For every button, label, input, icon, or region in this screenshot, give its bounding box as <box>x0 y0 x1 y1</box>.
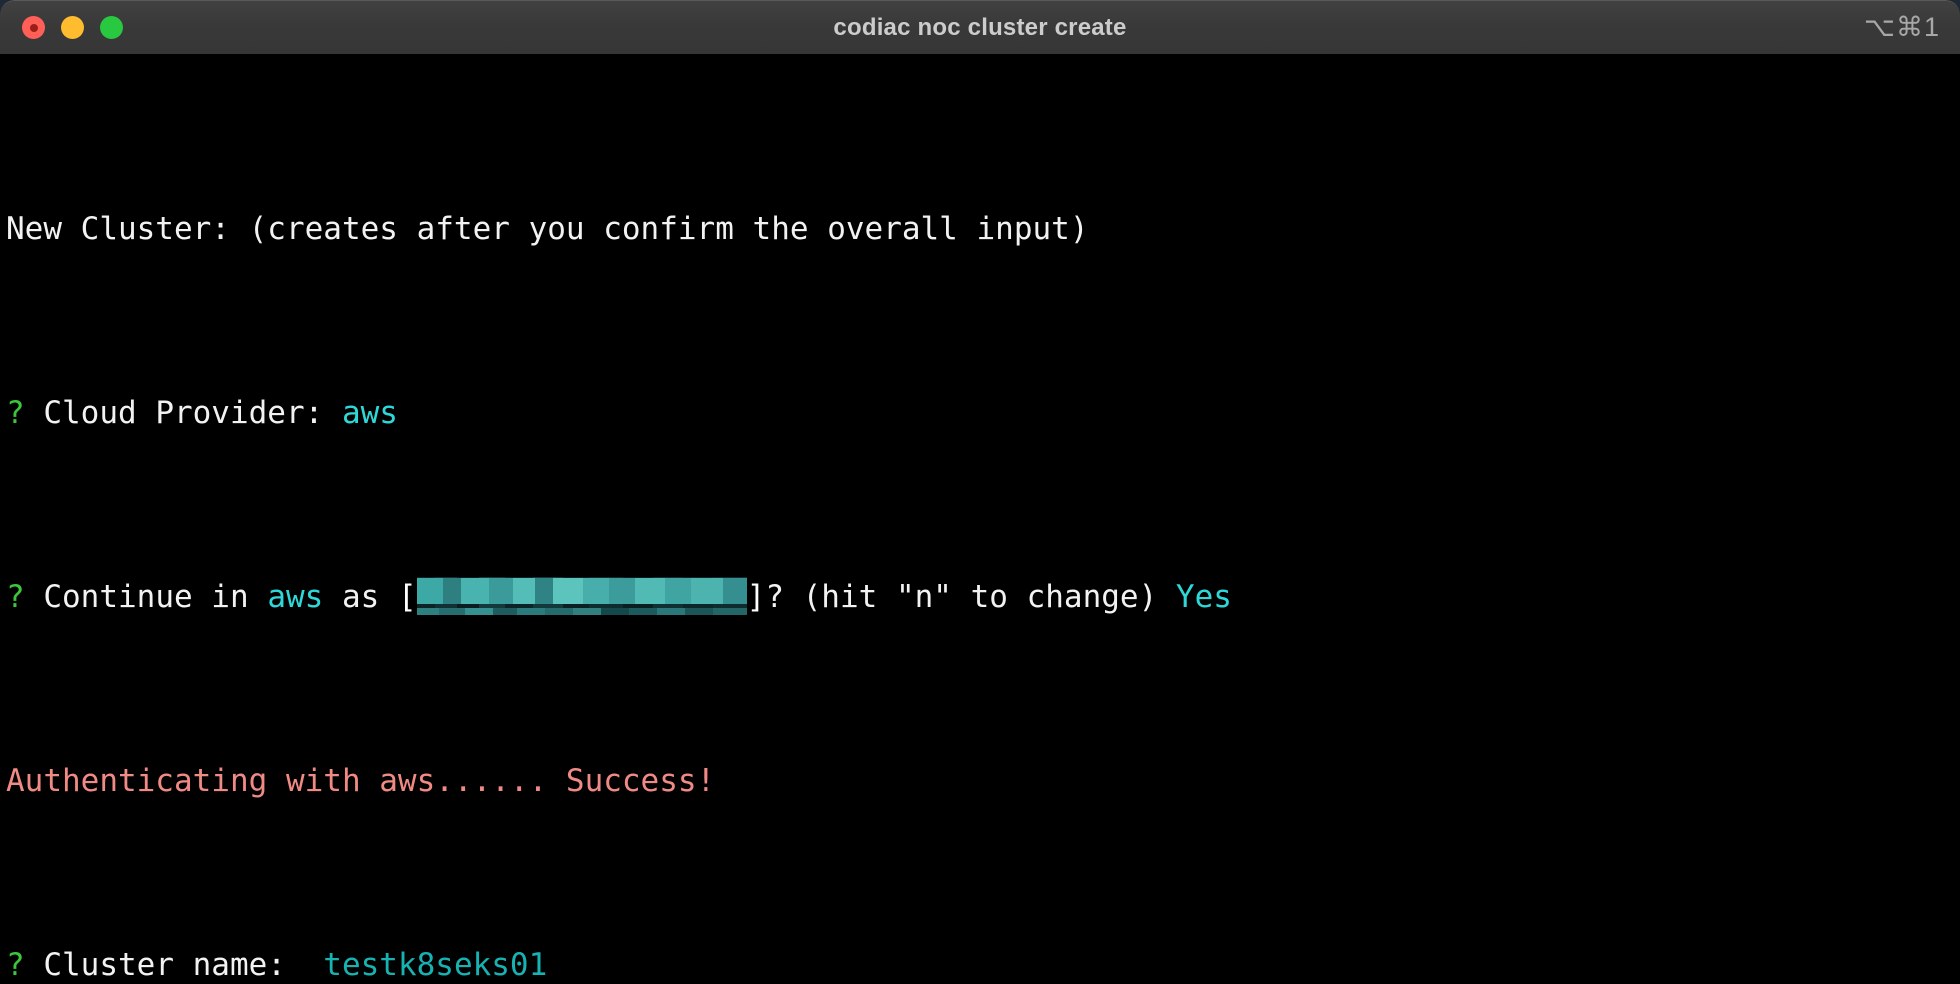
prompt-marker-icon: ? <box>6 579 25 615</box>
minimize-button-icon[interactable] <box>61 16 84 39</box>
continue-label-3: ? (hit "n" to change) <box>765 579 1176 615</box>
cloud-provider-label: Cloud Provider: <box>24 395 324 431</box>
cloud-provider-value: aws <box>323 395 398 431</box>
terminal-heading: New Cluster: (creates after you confirm … <box>6 206 1960 252</box>
tab-shortcut-label: ⌥⌘1 <box>1863 12 1940 42</box>
prompt-marker-icon: ? <box>6 395 25 431</box>
redaction-open-bracket: [ <box>397 579 417 615</box>
window-titlebar[interactable]: codiac noc cluster create ⌥⌘1 <box>0 0 1960 54</box>
heading-text: New Cluster: (creates after you confirm … <box>6 211 1089 247</box>
line-authenticating: Authenticating with aws...... Success! <box>6 758 1960 804</box>
prompt-marker-icon: ? <box>6 947 25 983</box>
close-button-icon[interactable] <box>22 16 45 39</box>
line-cluster-name: ? Cluster name: testk8seks01 <box>6 942 1960 984</box>
continue-provider-value: aws <box>267 579 324 615</box>
cluster-name-value: testk8seks01 <box>323 947 548 983</box>
continue-label-2: as <box>323 579 398 615</box>
continue-answer-value: Yes <box>1175 579 1232 615</box>
line-cloud-provider: ? Cloud Provider: aws <box>6 390 1960 436</box>
traffic-light-group <box>0 16 123 39</box>
window-title: codiac noc cluster create <box>833 13 1127 41</box>
continue-label: Continue in <box>24 579 268 615</box>
terminal-window: codiac noc cluster create ⌥⌘1 New Cluste… <box>0 0 1960 984</box>
authenticating-status-text: Authenticating with aws...... Success! <box>6 763 716 799</box>
line-continue-as: ? Continue in aws as []? (hit "n" to cha… <box>6 574 1960 620</box>
cluster-name-label: Cluster name: <box>24 947 324 983</box>
maximize-button-icon[interactable] <box>100 16 123 39</box>
redacted-identity-block <box>416 577 747 615</box>
terminal-output[interactable]: New Cluster: (creates after you confirm … <box>0 54 1960 984</box>
redaction-close-bracket: ] <box>746 579 766 615</box>
